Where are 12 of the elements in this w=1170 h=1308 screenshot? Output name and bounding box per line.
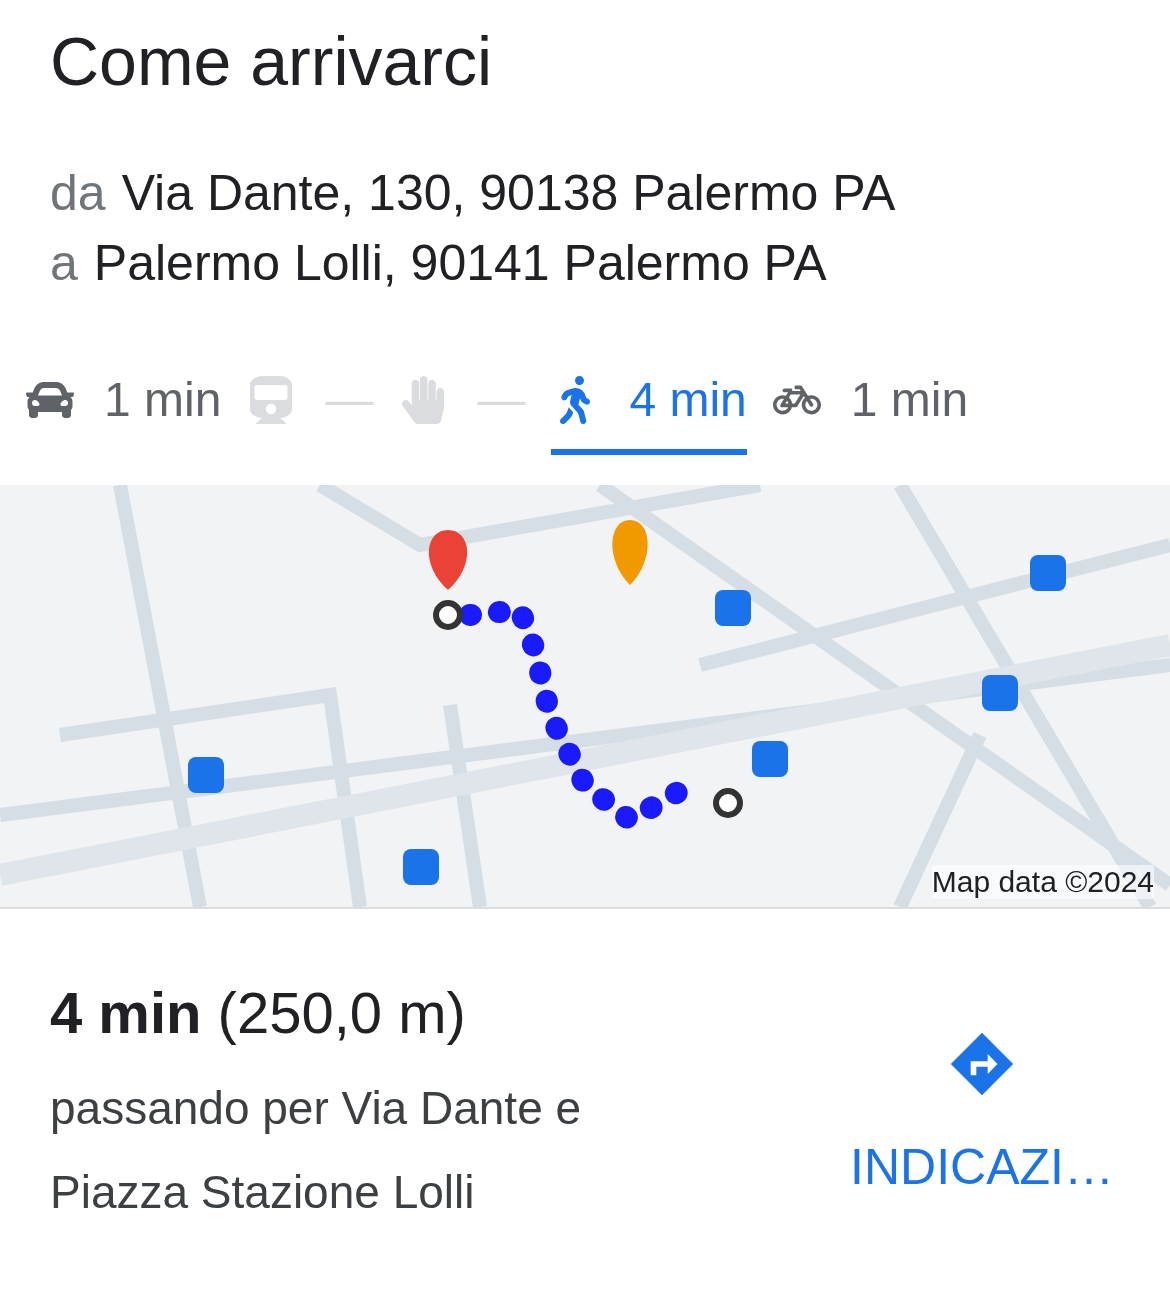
route-address: Via Dante, 130, 90138 Palermo PA (121, 164, 896, 222)
route-address: Palermo Lolli, 90141 Palermo PA (93, 234, 827, 292)
map-attribution: Map data ©2024 (931, 865, 1154, 899)
page-title: Come arrivarci (50, 22, 494, 100)
travel-mode-tab[interactable]: 4 min (551, 372, 747, 455)
route-duration: 4 min (250,0 m) (50, 979, 467, 1046)
travel-mode-tab[interactable]: 1 min (26, 372, 222, 455)
route-prefix: da (50, 164, 106, 222)
travel-mode-tab[interactable]: 1 min (772, 372, 969, 455)
route-prefix: a (50, 234, 78, 292)
route-via: passando per Via Dante e Piazza Stazione Lolli (50, 1081, 583, 1220)
directions-button[interactable]: INDICAZI… (844, 1029, 1120, 1234)
